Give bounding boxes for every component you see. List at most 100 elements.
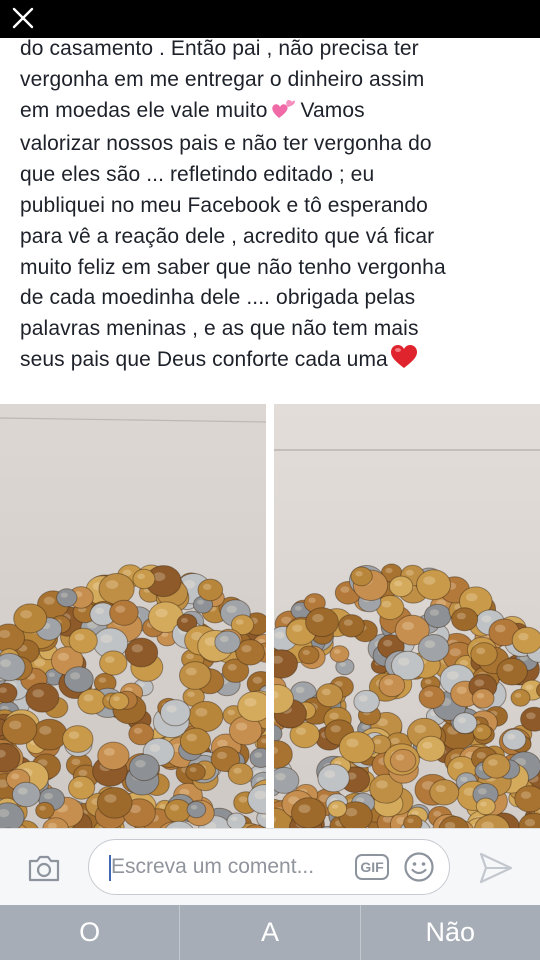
coin-highlight [235,722,248,731]
coin-highlight [254,790,266,800]
coin-highlight [105,656,115,663]
coin-highlight [187,691,195,697]
coin [25,682,60,713]
coin-highlight [446,671,459,680]
coin-highlight [324,770,336,779]
coin-highlight [395,754,405,761]
coin [0,652,26,682]
coin-highlight [449,648,461,657]
coin [0,682,18,704]
coin [353,689,380,714]
coin [56,588,78,608]
camera-icon[interactable] [26,850,62,886]
coin [179,727,212,756]
coin [511,626,540,654]
coin-photo-left[interactable] [0,404,266,828]
coin [11,781,41,808]
coin-highlight [9,720,22,730]
coin-highlight [333,649,341,654]
coin [350,566,373,587]
coin-highlight [358,695,368,702]
coin-highlight [331,804,339,809]
coin [128,753,160,782]
coin-highlight [155,608,168,618]
coin-highlight [241,645,252,653]
coin-highlight [298,804,311,813]
coin-highlight [456,686,467,694]
coin-highlight [11,773,20,780]
coin-highlight [275,773,286,781]
coin-highlight [181,617,188,623]
coin-highlight [390,737,400,745]
coin [291,797,327,828]
answer-option-o[interactable]: O [0,905,181,960]
coin [237,691,266,722]
coin-highlight [474,679,485,687]
coin-highlight [226,605,237,613]
coin-highlight [495,624,506,633]
two-hearts-icon [271,98,295,130]
send-icon[interactable] [478,851,514,885]
coin-highlight [339,662,346,667]
coin [68,775,96,800]
coin-highlight [190,805,198,810]
coin-highlight [274,631,285,639]
coin-highlight [235,619,244,625]
coin-highlight [381,600,392,608]
coin-highlight [476,693,485,699]
coin [482,753,511,779]
coin-highlight [219,635,229,643]
coin [274,766,300,794]
coin [298,645,320,665]
coin [13,603,48,634]
coin-highlight [195,707,208,717]
coin [496,657,528,686]
answer-option-nao[interactable]: Não [361,905,540,960]
coin-highlight [106,580,119,589]
coin-highlight [514,693,522,698]
coin-highlight [460,776,468,782]
coin-highlight [295,686,305,694]
close-icon[interactable] [8,5,38,33]
coin-photo-right[interactable] [274,404,540,828]
post-text: do casamento . Então pai , não precisa t… [20,34,525,379]
coin-highlight [453,761,464,770]
coin-highlight [423,576,436,585]
coin [35,801,55,820]
coin [1,713,38,745]
coin-highlight [20,610,32,619]
coin [108,692,130,711]
coin-highlight [476,752,486,759]
coin-highlight [398,657,410,666]
coin-highlight [422,741,433,749]
coin [186,800,207,819]
coin [338,614,365,638]
coin-highlight [74,633,85,641]
answer-option-a[interactable]: A [180,905,361,960]
coin-highlight [476,647,486,655]
comment-input[interactable]: Escreva um coment... GIF [88,839,450,895]
coin-highlight [520,791,532,799]
coin [124,637,159,668]
emoji-icon[interactable] [403,851,435,883]
coin-highlight [424,640,436,648]
coin [31,718,68,751]
coin [388,575,414,598]
coin-highlight [346,738,359,748]
coin-highlight [345,808,358,817]
coin-highlight [402,621,414,631]
coin-highlight [488,759,498,766]
coin-highlight [321,688,331,696]
coin-highlight [34,658,46,667]
coin-highlight [435,785,446,793]
coin-highlight [185,667,197,676]
coin-highlight [233,767,242,774]
coin-highlight [48,672,55,677]
gif-button[interactable]: GIF [355,854,389,880]
comment-bar: Escreva um coment... GIF [0,828,540,905]
coin-highlight [73,781,83,788]
coin-highlight [0,659,11,668]
coin-highlight [57,652,69,661]
coin-highlight [227,709,235,716]
coin-highlight [197,599,205,605]
